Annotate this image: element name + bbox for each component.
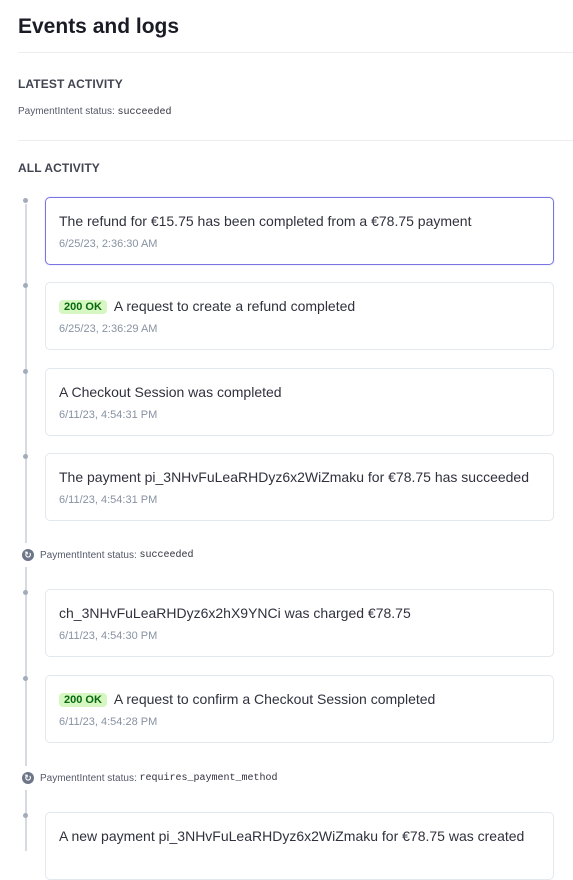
event-time: 6/11/23, 4:54:28 PM [59, 716, 158, 728]
status-change-row: ↻ PaymentIntent status: requires_payment… [22, 771, 278, 785]
event-title: A new payment pi_3NHvFuLeaRHDyz6x2WiZmak… [59, 828, 525, 844]
event-time: 6/11/23, 4:54:31 PM [59, 494, 158, 506]
status-change-value: succeeded [139, 549, 194, 561]
status-badge: 200 OK [59, 300, 107, 314]
status-change-icon: ↻ [22, 772, 34, 784]
event-time: 6/11/23, 4:54:31 PM [59, 409, 158, 421]
status-change-prefix: PaymentIntent status: [40, 549, 137, 561]
latest-status-value: succeeded [117, 107, 172, 118]
timeline-dot [23, 198, 28, 203]
event-title: A request to confirm a Checkout Session … [113, 691, 436, 707]
event-time: 6/25/23, 2:36:29 AM [59, 323, 158, 335]
timeline-dot [23, 590, 28, 595]
latest-status-prefix: PaymentIntent status: [18, 106, 115, 117]
event-title: The payment pi_3NHvFuLeaRHDyz6x2WiZmaku … [59, 469, 530, 485]
latest-activity-heading: LATEST ACTIVITY [18, 77, 123, 91]
page-title: Events and logs [18, 15, 180, 38]
event-title: A request to create a refund completed [113, 298, 356, 314]
event-title: ch_3NHvFuLeaRHDyz6x2hX9YNCi was charged … [59, 605, 411, 621]
event-title: A Checkout Session was completed [59, 384, 282, 400]
status-change-row: ↻ PaymentIntent status: succeeded [22, 548, 194, 562]
event-card[interactable]: ch_3NHvFuLeaRHDyz6x2hX9YNCi was charged … [45, 589, 554, 657]
divider [18, 140, 573, 141]
timeline-dot [23, 676, 28, 681]
event-card[interactable]: 200 OK A request to confirm a Checkout Se… [45, 675, 554, 743]
event-card[interactable]: A new payment pi_3NHvFuLeaRHDyz6x2WiZmak… [45, 812, 554, 880]
timeline-line [25, 790, 27, 851]
event-title-row: 200 OK A request to confirm a Checkout Se… [59, 691, 435, 707]
status-change-prefix: PaymentIntent status: [40, 772, 137, 784]
timeline-line [25, 567, 27, 766]
status-change-value: requires_payment_method [139, 772, 278, 784]
all-activity-heading: ALL ACTIVITY [18, 161, 100, 175]
timeline-dot [23, 369, 28, 374]
latest-status-line: PaymentIntent status: succeeded [18, 106, 172, 118]
event-time: 6/25/23, 2:36:30 AM [59, 238, 158, 250]
divider [18, 52, 573, 53]
event-card[interactable]: The refund for €15.75 has been completed… [45, 197, 554, 265]
event-card[interactable]: A Checkout Session was completed 6/11/23… [45, 368, 554, 436]
event-time: 6/11/23, 4:54:30 PM [59, 630, 158, 642]
timeline-dot [23, 813, 28, 818]
event-title: The refund for €15.75 has been completed… [59, 213, 472, 229]
status-change-icon: ↻ [22, 549, 34, 561]
timeline-dot [23, 454, 28, 459]
status-badge: 200 OK [59, 693, 107, 707]
event-card[interactable]: 200 OK A request to create a refund compl… [45, 282, 554, 350]
event-title-row: 200 OK A request to create a refund compl… [59, 298, 355, 314]
timeline-dot [23, 283, 28, 288]
event-card[interactable]: The payment pi_3NHvFuLeaRHDyz6x2WiZmaku … [45, 453, 554, 521]
